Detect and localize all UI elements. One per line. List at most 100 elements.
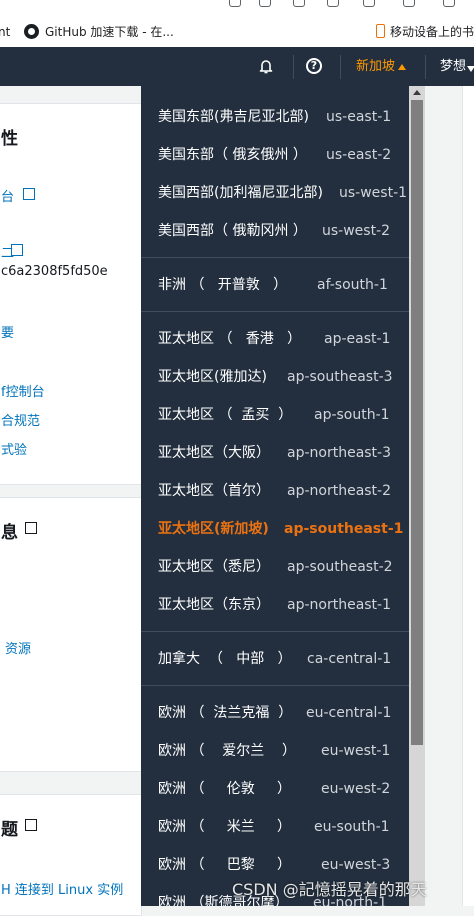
panel-title: 性 [1,129,18,149]
troubleshoot-panel: 题 H 连接到 Linux 实例 [0,794,142,916]
region-name: 加拿大 （ 中部 ） [158,651,292,667]
bookmark-github[interactable]: GitHub 加速下载 - 在... [45,24,174,40]
bookmark-mobile[interactable]: 移动设备上的书 [390,24,474,40]
region-option[interactable]: 欧洲 （ 米兰 ） eu-south-1 [141,808,409,846]
external-link-icon [23,188,35,200]
region-code: ap-northeast-3 [287,445,392,461]
scrollbar-thumb[interactable] [411,100,423,745]
region-option[interactable]: 欧洲 （ 伦敦 ） eu-west-2 [141,770,409,808]
region-code: ap-southeast-2 [287,559,393,575]
toolbar-icon[interactable] [290,0,306,8]
region-code: eu-central-1 [306,705,392,721]
region-option[interactable]: 亚太地区 （ 香港 ） ap-east-1 [141,320,409,358]
region-code: ap-southeast-3 [287,369,393,385]
region-option[interactable]: 亚太地区（首尔） ap-northeast-2 [141,472,409,510]
region-code: ap-east-1 [324,331,391,347]
region-name: 欧洲 （ 爱尔兰 ） [158,743,297,759]
group-divider [141,631,409,632]
region-option[interactable]: 亚太地区 （ 孟买 ） ap-south-1 [141,396,409,434]
region-option[interactable]: 亚太地区（东京） ap-northeast-1 [141,586,409,624]
info-panel: 息 资源 [0,497,142,772]
group-divider [141,311,409,312]
account-menu-button[interactable]: 梦想 [440,58,466,76]
region-code: ca-central-1 [307,651,392,667]
region-name: 美国东部（ 俄亥俄州 ） [158,147,307,163]
panel-title: 题 [1,820,18,840]
header-divider [293,55,294,79]
group-divider [141,685,409,686]
region-code: ap-northeast-2 [287,483,392,499]
scroll-up-arrow-icon[interactable] [413,90,421,95]
external-link-icon [25,819,37,831]
link[interactable]: f控制台 [1,381,45,400]
region-code: us-east-1 [326,109,392,125]
instance-properties-panel: 性 台 二 c6a2308f5fd50e 要 f控制台 合规范 式验 [0,103,142,485]
browser-bookmarks-bar: nt GitHub 加速下载 - 在... 移动设备上的书 [0,0,474,48]
toolbar-icon[interactable] [360,0,376,8]
region-name: 美国西部（ 俄勒冈州 ） [158,223,307,239]
region-option[interactable]: 美国东部(弗吉尼亚北部) us-east-1 [141,98,409,136]
region-code: ap-south-1 [314,407,390,423]
instance-id-text: c6a2308f5fd50e [1,264,108,279]
github-icon [24,24,39,39]
region-name: 亚太地区(新加坡) [158,521,269,537]
link[interactable]: 式验 [1,439,27,458]
connect-linux-link[interactable]: H 连接到 Linux 实例 [1,879,123,898]
region-name: 亚太地区（大阪） [158,445,270,461]
resources-link[interactable]: 资源 [5,638,31,657]
region-code: eu-south-1 [314,819,390,835]
region-name: 欧洲 （ 巴黎 ） [158,857,291,873]
toolbar-icon[interactable] [226,0,242,8]
external-link-icon [11,244,23,256]
mobile-bookmarks-icon [376,24,385,38]
watermark: CSDN @記憶摇晃着的那天 [232,880,427,899]
region-name: 亚太地区 （ 香港 ） [158,331,302,347]
region-option[interactable]: 美国东部（ 俄亥俄州 ） us-east-2 [141,136,409,174]
toolbar-icon[interactable] [324,0,340,8]
region-name: 欧洲 （ 法兰克福 ） [158,705,293,721]
region-code: ap-northeast-1 [287,597,392,613]
region-option[interactable]: 美国西部(加利福尼亚北部) us-west-1 [141,174,409,212]
region-name: 亚太地区 （ 孟买 ） [158,407,293,423]
region-code: us-west-1 [339,185,408,201]
region-code: af-south-1 [317,277,388,293]
toolbar-icon[interactable] [440,0,456,8]
region-name: 美国东部(弗吉尼亚北部) [158,109,309,125]
region-name: 欧洲 （ 米兰 ） [158,819,291,835]
console-link[interactable]: 台 [1,186,14,205]
panel-title: 息 [1,523,18,543]
region-selector-button[interactable]: 新加坡 [356,58,395,76]
link[interactable]: 要 [1,322,14,341]
region-code: eu-west-3 [321,857,391,873]
region-option[interactable]: 非洲 （ 开普敦 ） af-south-1 [141,266,409,304]
region-option[interactable]: 亚太地区（悉尼） ap-southeast-2 [141,548,409,586]
link[interactable]: 合规范 [1,410,40,429]
caret-down-icon [467,66,474,72]
region-code: ap-southeast-1 [284,521,404,537]
region-name: 亚太地区（东京） [158,597,270,613]
region-option[interactable]: 加拿大 （ 中部 ） ca-central-1 [141,640,409,678]
region-option[interactable]: 美国西部（ 俄勒冈州 ） us-west-2 [141,212,409,250]
region-option[interactable]: 亚太地区（大阪） ap-northeast-3 [141,434,409,472]
help-icon[interactable]: ? [306,58,322,74]
caret-up-icon [398,64,406,70]
region-option[interactable]: 亚太地区(雅加达) ap-southeast-3 [141,358,409,396]
bell-icon[interactable] [258,58,274,74]
region-name: 美国西部(加利福尼亚北部) [158,185,323,201]
external-link-icon [25,522,37,534]
region-code: eu-west-2 [321,781,391,797]
toolbar-icon[interactable] [256,0,272,8]
region-name: 亚太地区(雅加达) [158,369,267,385]
header-divider [425,55,426,79]
region-option-selected[interactable]: 亚太地区(新加坡) ap-southeast-1 [141,510,409,548]
bookmark-partial[interactable]: nt [0,24,10,40]
side-card [462,86,474,906]
group-divider [141,257,409,258]
region-code: eu-west-1 [321,743,391,759]
region-option[interactable]: 欧洲 （ 法兰克福 ） eu-central-1 [141,694,409,732]
region-name: 亚太地区（悉尼） [158,559,270,575]
region-option[interactable]: 欧洲 （ 爱尔兰 ） eu-west-1 [141,732,409,770]
region-name: 亚太地区（首尔） [158,483,270,499]
toolbar-icon[interactable] [400,0,416,8]
region-name: 非洲 （ 开普敦 ） [158,277,288,293]
